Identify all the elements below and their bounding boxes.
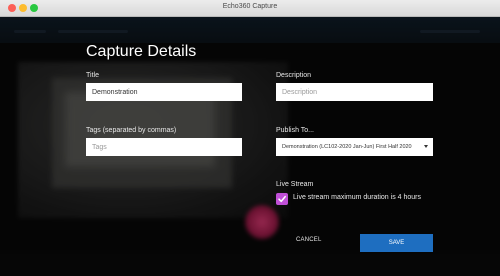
page-title: Capture Details <box>86 43 197 60</box>
live-stream-label: Live Stream <box>276 181 314 188</box>
description-label: Description <box>276 72 312 79</box>
checkmark-icon <box>278 195 286 203</box>
publish-label: Publish To... <box>276 127 315 134</box>
title-bar: Echo360 Capture <box>0 0 500 17</box>
live-stream-checkbox[interactable] <box>276 193 288 205</box>
chevron-down-icon <box>424 145 428 148</box>
cancel-button[interactable]: CANCEL <box>296 237 322 243</box>
live-stream-checkbox-label: Live stream maximum duration is 4 hours <box>293 194 421 201</box>
publish-select-value: Demonstration (LC102-2020 Jan-Jun) First… <box>282 144 412 150</box>
tags-input[interactable]: Tags <box>86 138 242 156</box>
title-input[interactable]: Demonstration <box>86 83 242 101</box>
window-title: Echo360 Capture <box>222 3 278 10</box>
save-button[interactable]: SAVE <box>360 234 433 252</box>
app-window: Echo360 Capture Capture Details Title De… <box>0 0 500 276</box>
tags-label: Tags (separated by commas) <box>86 127 177 134</box>
title-label: Title <box>86 72 99 79</box>
publish-select[interactable]: Demonstration (LC102-2020 Jan-Jun) First… <box>276 138 433 156</box>
description-input[interactable]: Description <box>276 83 433 101</box>
